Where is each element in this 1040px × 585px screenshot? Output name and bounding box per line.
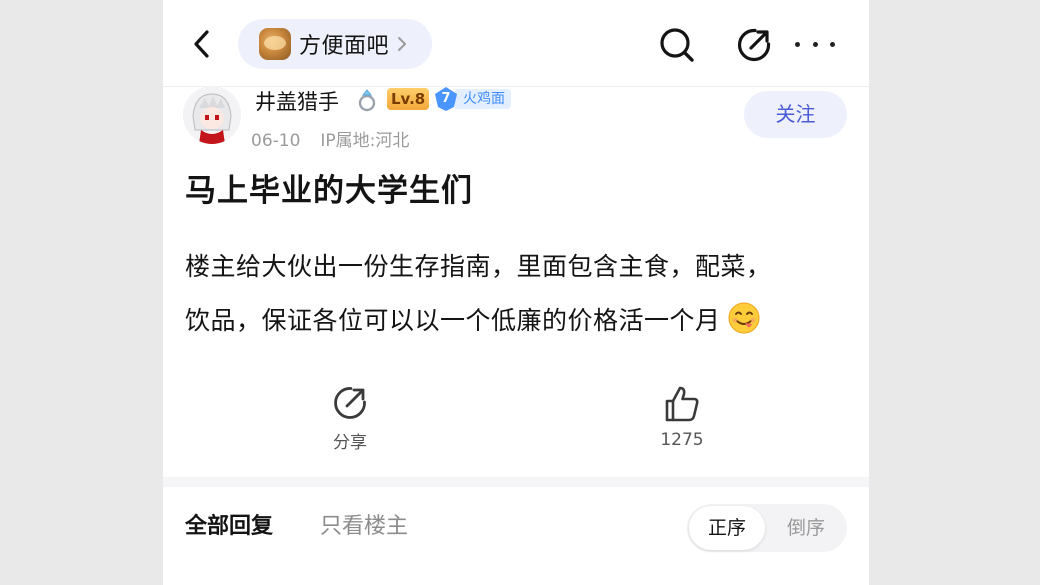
- author-name[interactable]: 井盖猎手: [255, 86, 339, 116]
- chevron-right-icon: [398, 37, 407, 51]
- forum-avatar: [259, 28, 291, 60]
- ip-location: IP属地:河北: [320, 131, 410, 151]
- forum-link[interactable]: 方便面吧: [238, 19, 432, 69]
- sort-desc-button[interactable]: 倒序: [767, 506, 845, 550]
- back-button[interactable]: [185, 26, 221, 62]
- post-body: 楼主给大伙出一份生存指南，里面包含主食，配菜， 饮品，保证各位可以以一个低廉的价…: [185, 240, 855, 348]
- avatar-image: [183, 86, 241, 144]
- fan-badge-label: 火鸡面: [455, 89, 511, 109]
- sort-toggle: 正序 倒序: [687, 504, 847, 552]
- share-label: 分享: [333, 433, 367, 453]
- section-divider: [163, 477, 869, 487]
- post-title: 马上毕业的大学生们: [185, 173, 473, 209]
- like-count: 1275: [660, 430, 704, 450]
- search-button[interactable]: [657, 25, 697, 65]
- author-avatar[interactable]: [183, 86, 241, 144]
- ring-icon: [358, 89, 376, 112]
- top-nav: 方便面吧: [163, 0, 869, 87]
- search-icon: [660, 28, 694, 62]
- thumbs-up-icon: [665, 386, 699, 422]
- back-arrow-icon: [194, 30, 209, 58]
- sort-asc-button[interactable]: 正序: [689, 506, 765, 550]
- post-date: 06-10: [251, 131, 301, 151]
- follow-button[interactable]: 关注: [744, 91, 847, 138]
- share-top-button[interactable]: [735, 26, 773, 64]
- post-body-line: 饮品，保证各位可以以一个低廉的价格活一个月: [185, 306, 721, 335]
- tab-all-replies[interactable]: 全部回复: [185, 508, 273, 540]
- fan-badge: 火鸡面 7: [433, 86, 519, 112]
- like-action[interactable]: 1275: [642, 384, 722, 450]
- tab-owner-only[interactable]: 只看楼主: [320, 508, 408, 540]
- post-meta: 06-10 IP属地:河北: [251, 126, 429, 151]
- share-action[interactable]: 分享: [310, 384, 390, 453]
- share-icon: [737, 28, 771, 62]
- post-body-line-with-emoji: 饮品，保证各位可以以一个低廉的价格活一个月: [185, 294, 855, 348]
- post-screen: 方便面吧 井盖猎手 Lv.8 火鸡面 7 06-10 IP属地:河北 关注 马上…: [163, 0, 869, 585]
- more-button[interactable]: [795, 30, 835, 58]
- level-badge: Lv.8: [387, 88, 430, 110]
- forum-name: 方便面吧: [299, 34, 390, 59]
- smiley-tongue-icon: [728, 302, 760, 334]
- more-icon: [795, 41, 800, 47]
- post-body-line: 楼主给大伙出一份生存指南，里面包含主食，配菜，: [185, 252, 772, 281]
- share-icon: [334, 387, 366, 419]
- fan-level-number: 7: [441, 91, 451, 106]
